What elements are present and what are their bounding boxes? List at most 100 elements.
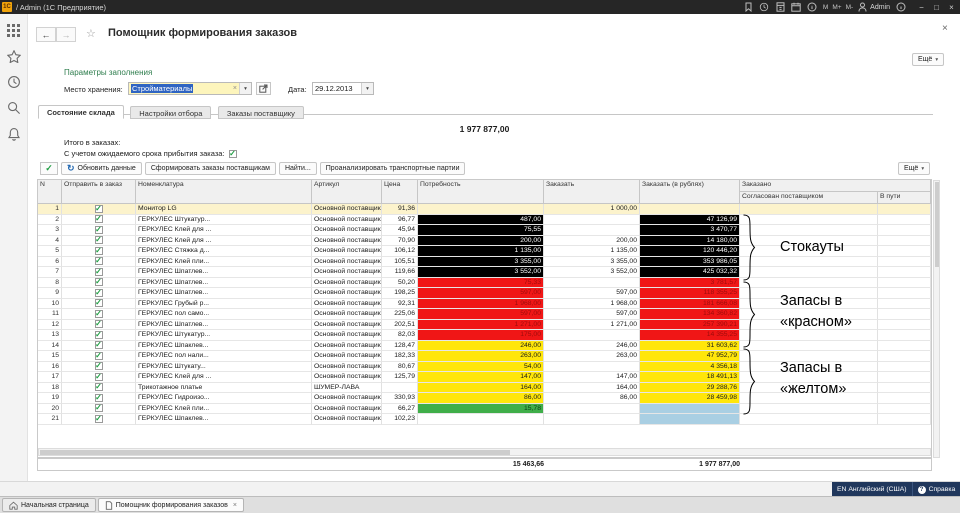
table-row[interactable]: 20 ✓ ГЕРКУЛЕС Клей пли... Основной поставщи…	[38, 403, 931, 414]
tab-supplier-orders[interactable]: Заказы поставщику	[217, 106, 304, 119]
cell-supplier[interactable]: Основной поставщик	[312, 256, 382, 267]
find-button[interactable]: Найти...	[278, 162, 317, 175]
cell-send[interactable]: ✓	[62, 361, 136, 372]
bookmark-icon[interactable]	[743, 2, 754, 13]
cell-approved[interactable]	[740, 256, 878, 267]
cell-supplier[interactable]: Основной поставщик	[312, 309, 382, 320]
cell-order[interactable]: 1 968,00	[544, 298, 640, 309]
cell-order[interactable]	[544, 277, 640, 288]
cell-need[interactable]: 487,00	[418, 214, 544, 225]
create-orders-button[interactable]: Сформировать заказы поставщикам	[144, 162, 276, 175]
cell-send[interactable]: ✓	[62, 256, 136, 267]
favorite-star-icon[interactable]: ☆	[86, 27, 96, 40]
cell-order-rub[interactable]: 14 355,25	[640, 330, 740, 341]
cell-in-transit[interactable]	[878, 288, 931, 299]
row-checkbox[interactable]: ✓	[94, 404, 103, 413]
cell-order[interactable]	[544, 414, 640, 425]
cell-need[interactable]: 3 355,00	[418, 256, 544, 267]
table-row[interactable]: 6 ✓ ГЕРКУЛЕС Клей пли... Основной поставщик…	[38, 256, 931, 267]
cell-n[interactable]: 19	[38, 393, 62, 404]
cell-n[interactable]: 2	[38, 214, 62, 225]
cell-n[interactable]: 7	[38, 267, 62, 278]
cell-nomenclature[interactable]: ГЕРКУЛЕС Штукатур...	[136, 330, 312, 341]
cell-need[interactable]: 15,78	[418, 403, 544, 414]
forward-button[interactable]: →	[56, 27, 76, 42]
menu-grid-icon[interactable]	[6, 22, 22, 38]
cell-n[interactable]: 8	[38, 277, 62, 288]
cell-order[interactable]	[544, 330, 640, 341]
date-input[interactable]: 29.12.2013 ▾	[312, 82, 374, 95]
cell-order-rub[interactable]: 47 952,79	[640, 351, 740, 362]
cell-send[interactable]: ✓	[62, 382, 136, 393]
cell-nomenclature[interactable]: ГЕРКУЛЕС Клей для ...	[136, 372, 312, 383]
calendar-icon[interactable]	[791, 2, 802, 13]
cell-in-transit[interactable]	[878, 277, 931, 288]
cell-in-transit[interactable]	[878, 298, 931, 309]
cell-need[interactable]: 175,00	[418, 330, 544, 341]
cell-price[interactable]: 128,47	[382, 340, 418, 351]
back-button[interactable]: ←	[36, 27, 56, 42]
row-checkbox[interactable]: ✓	[94, 330, 103, 339]
cell-order[interactable]: 147,00	[544, 372, 640, 383]
language-indicator[interactable]: EN Английский (США)	[832, 482, 913, 497]
row-checkbox[interactable]: ✓	[94, 299, 103, 308]
cell-nomenclature[interactable]: ГЕРКУЛЕС Клей для ...	[136, 225, 312, 236]
col-header-price[interactable]: Цена	[382, 180, 418, 204]
cell-nomenclature[interactable]: ГЕРКУЛЕС Стяжка д...	[136, 246, 312, 257]
cell-supplier[interactable]: Основной поставщик	[312, 330, 382, 341]
cell-order[interactable]	[544, 361, 640, 372]
cell-supplier[interactable]: Основной поставщик	[312, 414, 382, 425]
cell-send[interactable]: ✓	[62, 267, 136, 278]
cell-order[interactable]: 597,00	[544, 309, 640, 320]
col-header-nomenclature[interactable]: Номенклатура	[136, 180, 312, 204]
cell-order-rub[interactable]: 3 470,77	[640, 225, 740, 236]
tab-filter-settings[interactable]: Настройки отбора	[130, 106, 212, 119]
cell-send[interactable]: ✓	[62, 372, 136, 383]
cell-order-rub[interactable]	[640, 204, 740, 215]
cell-supplier[interactable]: Основной поставщик	[312, 246, 382, 257]
cell-order[interactable]	[544, 214, 640, 225]
cell-order[interactable]: 1 000,00	[544, 204, 640, 215]
cell-n[interactable]: 17	[38, 372, 62, 383]
table-row[interactable]: 1 ✓ Монитор LG Основной поставщик 91,36 1 000…	[38, 204, 931, 215]
cell-price[interactable]: 198,25	[382, 288, 418, 299]
more-button-commandbar[interactable]: Ещё ▾	[898, 162, 931, 175]
search-icon[interactable]	[6, 100, 22, 116]
row-checkbox[interactable]: ✓	[94, 383, 103, 392]
cell-price[interactable]: 119,66	[382, 267, 418, 278]
cell-order[interactable]: 597,00	[544, 288, 640, 299]
history-clock-icon[interactable]	[759, 2, 770, 13]
cell-n[interactable]: 6	[38, 256, 62, 267]
cell-approved[interactable]	[740, 403, 878, 414]
refresh-data-button[interactable]: ↻ Обновить данные	[61, 162, 142, 175]
cell-n[interactable]: 15	[38, 351, 62, 362]
vertical-scroll-thumb[interactable]	[935, 182, 939, 267]
clear-field-icon[interactable]: ×	[231, 85, 239, 92]
cell-price[interactable]: 225,06	[382, 309, 418, 320]
cell-nomenclature[interactable]: ГЕРКУЛЕС Штукатур...	[136, 214, 312, 225]
cell-nomenclature[interactable]: Трикотажное платье	[136, 382, 312, 393]
cell-order[interactable]: 263,00	[544, 351, 640, 362]
cell-approved[interactable]	[740, 267, 878, 278]
row-checkbox[interactable]: ✓	[94, 351, 103, 360]
cell-order[interactable]: 246,00	[544, 340, 640, 351]
cell-send[interactable]: ✓	[62, 414, 136, 425]
cell-order[interactable]: 1 135,00	[544, 246, 640, 257]
cell-need[interactable]: 164,00	[418, 382, 544, 393]
cell-in-transit[interactable]	[878, 256, 931, 267]
cell-order-rub[interactable]: 181 666,08	[640, 298, 740, 309]
user-menu[interactable]: Admin	[858, 2, 890, 12]
help-button[interactable]: ? Справка	[913, 485, 960, 494]
cell-in-transit[interactable]	[878, 372, 931, 383]
row-checkbox[interactable]: ✓	[94, 278, 103, 287]
row-checkbox[interactable]: ✓	[94, 267, 103, 276]
cell-price[interactable]: 330,93	[382, 393, 418, 404]
row-checkbox[interactable]: ✓	[94, 225, 103, 234]
cell-n[interactable]: 1	[38, 204, 62, 215]
col-header-n[interactable]: N	[38, 180, 62, 204]
cell-approved[interactable]	[740, 214, 878, 225]
cell-need[interactable]: 75,33	[418, 277, 544, 288]
vertical-scrollbar[interactable]	[933, 180, 940, 458]
cell-order-rub[interactable]: 28 459,98	[640, 393, 740, 404]
cell-send[interactable]: ✓	[62, 340, 136, 351]
